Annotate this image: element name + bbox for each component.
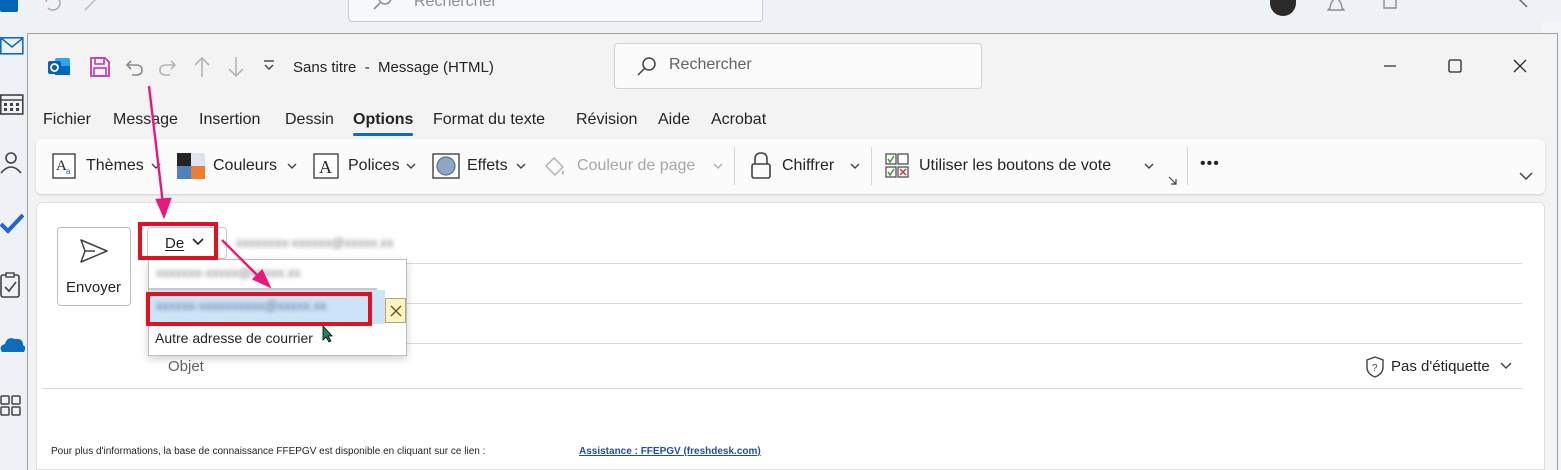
annotation-arrows bbox=[147, 85, 272, 289]
